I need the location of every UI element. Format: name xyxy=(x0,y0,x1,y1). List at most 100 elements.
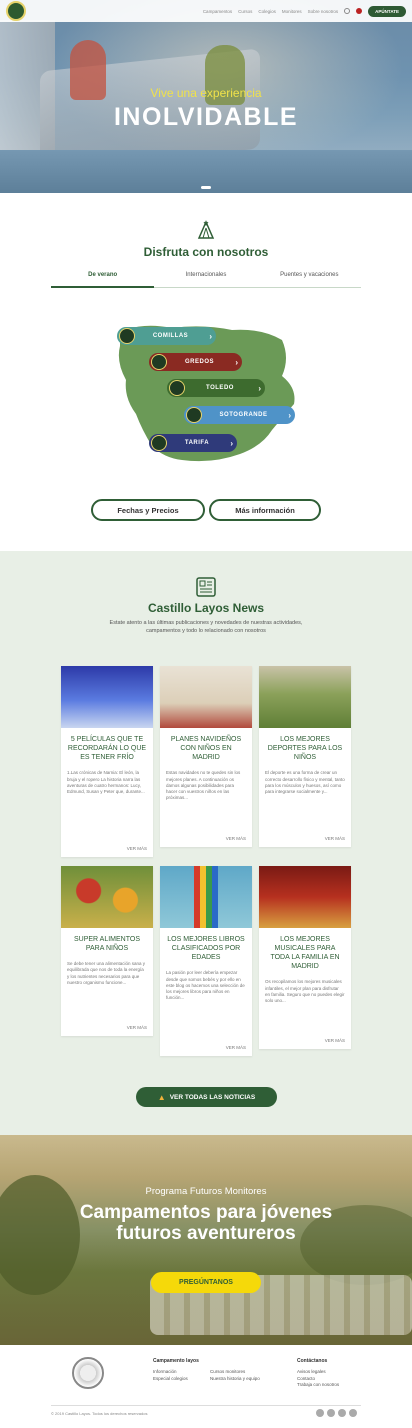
monitores-title: Campamentos para jóvenes futuros aventur… xyxy=(0,1202,412,1245)
camp-badge-icon xyxy=(169,380,185,396)
location-tarifa[interactable]: TARIFA › xyxy=(149,434,237,452)
news-card[interactable]: PLANES NAVIDEÑOS CON NIÑOS EN MADRID Est… xyxy=(160,666,252,847)
news-card-image xyxy=(259,866,351,928)
tent-icon xyxy=(197,220,215,239)
twitter-icon[interactable] xyxy=(338,1409,346,1417)
chevron-right-icon: › xyxy=(235,357,239,367)
footer-column-cursos: Cursos monitores Nuestra historia y equi… xyxy=(210,1369,260,1382)
location-comillas[interactable]: COMILLAS › xyxy=(117,327,216,345)
carousel-dot[interactable] xyxy=(201,186,211,189)
monitores-title-line: futuros aventureros xyxy=(116,1223,296,1245)
preguntanos-button[interactable]: PREGÚNTANOS xyxy=(151,1272,261,1293)
user-icon[interactable] xyxy=(344,8,351,14)
news-card-image xyxy=(160,866,252,928)
monitores-title-line: Campamentos para jóvenes xyxy=(79,1202,333,1223)
chevron-right-icon: › xyxy=(209,331,213,341)
site-logo[interactable] xyxy=(6,1,26,21)
location-sotogrande[interactable]: SOTOGRANDE › xyxy=(184,406,295,424)
all-news-label: VER TODAS LAS NOTICIAS xyxy=(169,1093,256,1101)
tab-puentes-y-vacaciones[interactable]: Puentes y vacaciones xyxy=(258,272,361,287)
news-card-excerpt: Se debe tener una alimentación sana y eq… xyxy=(67,961,146,986)
nav-item-colegios[interactable]: Colegios xyxy=(258,9,276,14)
news-card[interactable]: LOS MEJORES DEPORTES PARA LOS NIÑOS El d… xyxy=(259,666,351,847)
all-news-button[interactable]: ▲ VER TODAS LAS NOTICIAS xyxy=(136,1087,277,1107)
camp-badge-icon xyxy=(186,407,202,423)
chevron-right-icon: › xyxy=(258,383,262,393)
news-card-excerpt: Os recopilamos los mejores musicales inf… xyxy=(265,979,345,1004)
location-label: TARIFA xyxy=(184,440,210,446)
read-more-link[interactable]: VER MÁS xyxy=(325,836,345,841)
footer-divider xyxy=(51,1405,361,1406)
news-card-title: 5 PELÍCULAS QUE TE RECORDARÁN LO QUE ES … xyxy=(67,736,147,762)
newspaper-icon xyxy=(196,577,216,597)
language-flag-icon[interactable] xyxy=(356,8,363,14)
read-more-link[interactable]: VER MÁS xyxy=(127,846,147,851)
news-card-image xyxy=(160,666,252,728)
copyright: © 2019 Castillo Layos. Todos los derecho… xyxy=(51,1411,148,1416)
location-gredos[interactable]: GREDOS › xyxy=(149,353,242,371)
nav-item-cursos[interactable]: Cursos xyxy=(238,9,252,14)
news-card-title: LOS MEJORES DEPORTES PARA LOS NIÑOS xyxy=(267,736,343,762)
news-description: Estate atento a las últimas publicacione… xyxy=(109,620,303,634)
news-card-image xyxy=(61,866,153,928)
news-card-title: LOS MEJORES MUSICALES PARA TODA LA FAMIL… xyxy=(270,936,340,971)
nav-item-monitores[interactable]: Monitores xyxy=(282,9,302,14)
location-label: COMILLAS xyxy=(152,333,189,339)
read-more-link[interactable]: VER MÁS xyxy=(325,1038,345,1043)
footer-column-camp: Campamento layos Información Especial co… xyxy=(153,1358,199,1382)
location-label: GREDOS xyxy=(184,359,214,365)
footer-link-historia[interactable]: Nuestra historia y equipo xyxy=(210,1376,260,1383)
news-card-title: LOS MEJORES LIBROS CLASIFICADOS POR EDAD… xyxy=(167,936,245,962)
footer-logo[interactable] xyxy=(72,1357,104,1389)
tab-de-verano[interactable]: De verano xyxy=(51,272,155,288)
footer-heading: Campamento layos xyxy=(153,1358,199,1364)
instagram-icon[interactable] xyxy=(316,1409,324,1417)
camp-badge-icon xyxy=(151,435,167,451)
footer-link-trabaja[interactable]: Trabaja con nosotros xyxy=(297,1382,339,1389)
carousel-dots[interactable] xyxy=(0,186,412,189)
hero-subtitle: Vive una experiencia xyxy=(150,86,262,100)
hero-title: INOLVIDABLE xyxy=(113,103,299,131)
news-card-excerpt: Estas navidades no te quedes sin los mej… xyxy=(166,770,241,801)
monitores-subtitle: Programa Futuros Monitores xyxy=(145,1186,267,1197)
news-card[interactable]: 5 PELÍCULAS QUE TE RECORDARÁN LO QUE ES … xyxy=(61,666,153,857)
page: Vive una experiencia INOLVIDABLE Campame… xyxy=(0,0,412,1428)
disfruta-title: Disfruta con nosotros xyxy=(143,245,269,259)
footer-link-especial-colegios[interactable]: Especial colegios xyxy=(153,1376,199,1383)
news-card-excerpt: El deporte es una forma de crear un corr… xyxy=(265,770,345,795)
news-card-image xyxy=(61,666,153,728)
tab-internacionales[interactable]: Internacionales xyxy=(154,272,257,287)
location-label: TOLEDO xyxy=(206,385,234,391)
main-nav: Campamentos Cursos Colegios Monitores So… xyxy=(203,5,406,17)
read-more-link[interactable]: VER MÁS xyxy=(226,836,246,841)
youtube-icon[interactable] xyxy=(349,1409,357,1417)
news-card[interactable]: SUPER ALIMENTOS PARA NIÑOS Se debe tener… xyxy=(61,866,153,1036)
chevron-right-icon: › xyxy=(288,410,292,420)
mas-informacion-button[interactable]: Más información xyxy=(209,499,321,521)
news-card[interactable]: LOS MEJORES LIBROS CLASIFICADOS POR EDAD… xyxy=(160,866,252,1056)
read-more-link[interactable]: VER MÁS xyxy=(127,1025,147,1030)
location-label: SOTOGRANDE xyxy=(219,412,268,418)
social-links xyxy=(316,1409,357,1417)
facebook-icon[interactable] xyxy=(327,1409,335,1417)
flame-icon: ▲ xyxy=(157,1092,166,1102)
news-card[interactable]: LOS MEJORES MUSICALES PARA TODA LA FAMIL… xyxy=(259,866,351,1049)
read-more-link[interactable]: VER MÁS xyxy=(226,1045,246,1050)
footer-column-contacto: Contáctanos Avisos legales Contacto Trab… xyxy=(297,1358,339,1389)
location-toledo[interactable]: TOLEDO › xyxy=(167,379,265,397)
nav-item-sobre-nosotros[interactable]: Sobre nosotros xyxy=(308,9,339,14)
site-header: Campamentos Cursos Colegios Monitores So… xyxy=(0,0,412,22)
footer-heading: Contáctanos xyxy=(297,1358,328,1364)
signup-button[interactable]: APÚNTATE xyxy=(368,5,406,17)
news-card-excerpt: La pasión por leer debería empezar desde… xyxy=(166,970,245,1001)
news-card-image xyxy=(259,666,351,728)
camp-badge-icon xyxy=(119,328,135,344)
chevron-right-icon: › xyxy=(230,438,234,448)
news-card-title: PLANES NAVIDEÑOS CON NIÑOS EN MADRID xyxy=(170,736,242,762)
nav-item-campamentos[interactable]: Campamentos xyxy=(203,9,232,14)
news-card-excerpt: 1.Las crónicas de Narnia: El león, la br… xyxy=(67,770,145,795)
news-card-title: SUPER ALIMENTOS PARA NIÑOS xyxy=(73,936,140,953)
fechas-precios-button[interactable]: Fechas y Precios xyxy=(91,499,205,521)
news-title: Castillo Layos News xyxy=(147,601,265,615)
camp-badge-icon xyxy=(151,354,167,370)
